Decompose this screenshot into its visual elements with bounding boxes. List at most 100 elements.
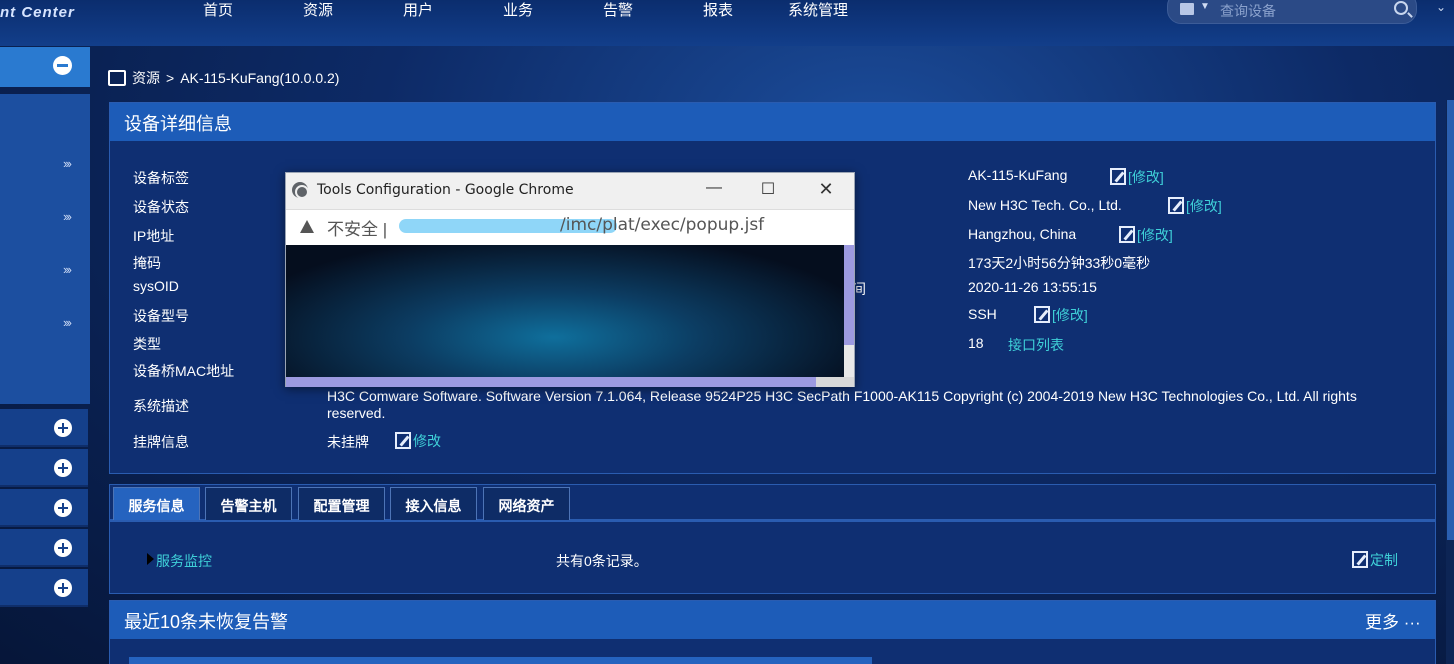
tab-config-management[interactable]: 配置管理	[298, 487, 385, 520]
label-device-status: 设备状态	[133, 199, 189, 215]
device-vendor: New H3C Tech. Co., Ltd.	[968, 197, 1122, 213]
breadcrumb: 资源 > AK-115-KuFang(10.0.0.2)	[108, 68, 339, 88]
tab-access-info[interactable]: 接入信息	[390, 487, 477, 520]
expand-arrow-icon[interactable]: ›››	[63, 209, 72, 224]
address-bar[interactable]: 不安全 | /imc/plat/exec/popup.jsf	[286, 209, 854, 243]
label-system-description: 系统描述	[133, 398, 189, 414]
sidebar-active-item[interactable]	[0, 47, 90, 87]
recent-alarms-panel: 最近10条未恢复告警	[109, 600, 1436, 664]
insecure-label: 不安全 |	[327, 220, 388, 239]
expand-plus-icon[interactable]	[54, 499, 72, 517]
nav-business[interactable]: 业务	[503, 0, 533, 20]
label-type: 类型	[133, 336, 161, 352]
top-nav-bar: nt Center 首页 资源 用户 业务 告警 报表 系统管理 ▼ 查询设备 …	[0, 0, 1454, 46]
sidebar-group[interactable]	[0, 449, 88, 487]
edit-icon	[1168, 197, 1184, 214]
alarm-table-header	[129, 657, 872, 664]
panel-title: 最近10条未恢复告警	[110, 601, 1435, 639]
label-device-model: 设备型号	[133, 308, 189, 324]
expand-arrow-icon[interactable]: ›››	[63, 156, 72, 171]
sidebar-submenu: ››› ››› ››› ›››	[0, 94, 90, 404]
edit-link[interactable]: [修改]	[1168, 196, 1222, 216]
interface-count: 18	[968, 335, 984, 351]
scrollbar-thumb[interactable]	[1447, 100, 1454, 540]
customize-link[interactable]: 定制	[1352, 550, 1398, 570]
url-text: /imc/plat/exec/popup.jsf	[560, 215, 765, 235]
tab-network-assets[interactable]: 网络资产	[483, 487, 570, 520]
label-ip-address: IP地址	[133, 228, 175, 244]
globe-icon	[292, 182, 309, 199]
breadcrumb-current: AK-115-KuFang(10.0.0.2)	[180, 70, 340, 86]
sidebar-group[interactable]	[0, 489, 88, 527]
record-count: 共有0条记录。	[556, 553, 648, 569]
label-device-tag: 设备标签	[133, 170, 189, 186]
edit-icon	[1352, 551, 1368, 568]
expand-plus-icon[interactable]	[54, 539, 72, 557]
page-scrollbar[interactable]	[1446, 100, 1454, 664]
sidebar-group[interactable]	[0, 529, 88, 567]
edit-icon	[395, 432, 411, 449]
horizontal-scrollbar[interactable]	[286, 377, 816, 387]
search-input[interactable]: 查询设备	[1220, 1, 1276, 21]
app-logo: nt Center	[0, 4, 75, 21]
nav-reports[interactable]: 报表	[703, 0, 733, 20]
expand-plus-icon[interactable]	[54, 419, 72, 437]
popup-titlebar[interactable]: Tools Configuration - Google Chrome — ☐ …	[286, 173, 854, 209]
edit-link[interactable]: [修改]	[1034, 305, 1088, 325]
edit-tag-link[interactable]: 修改	[395, 431, 441, 451]
expand-plus-icon[interactable]	[54, 459, 72, 477]
tab-service-info[interactable]: 服务信息	[113, 487, 200, 520]
more-dots-icon: ···	[1403, 613, 1421, 632]
chevron-down-icon[interactable]: ⌄	[1436, 0, 1446, 14]
interface-list-link[interactable]: 接口列表	[1008, 335, 1064, 355]
label-bridge-mac: 设备桥MAC地址	[133, 363, 235, 379]
edit-icon	[1034, 306, 1050, 323]
expand-arrow-icon[interactable]: ›››	[63, 262, 72, 277]
more-link[interactable]: 更多 ···	[1365, 608, 1421, 633]
close-button[interactable]: ✕	[812, 179, 840, 203]
collapse-icon[interactable]	[53, 56, 72, 75]
vertical-scrollbar[interactable]	[844, 245, 854, 345]
edit-link[interactable]: [修改]	[1119, 225, 1173, 245]
device-location: Hangzhou, China	[968, 226, 1077, 242]
system-description-value: H3C Comware Software. Software Version 7…	[327, 388, 1357, 421]
nav-users[interactable]: 用户	[403, 0, 433, 20]
maximize-button[interactable]: ☐	[754, 179, 782, 203]
nav-home[interactable]: 首页	[203, 0, 233, 20]
device-icon	[1180, 3, 1194, 15]
chrome-popup-window: Tools Configuration - Google Chrome — ☐ …	[285, 172, 855, 387]
scrollbar-track	[844, 345, 854, 377]
login-method: SSH	[968, 306, 997, 322]
expand-arrow-icon[interactable]: ›››	[63, 315, 72, 330]
device-search[interactable]: ▼ 查询设备	[1167, 0, 1417, 24]
service-monitor-link[interactable]: 服务监控	[156, 551, 212, 571]
expand-plus-icon[interactable]	[54, 579, 72, 597]
nav-system-management[interactable]: 系统管理	[788, 0, 848, 20]
device-last-time: 2020-11-26 13:55:15	[968, 279, 1097, 295]
breadcrumb-separator: >	[166, 70, 175, 86]
label-tag-info: 挂牌信息	[133, 434, 189, 450]
nav-alarms[interactable]: 告警	[603, 0, 633, 20]
breadcrumb-root[interactable]: 资源	[132, 68, 160, 88]
edit-link[interactable]: [修改]	[1110, 167, 1164, 187]
warning-icon	[300, 220, 314, 233]
expand-triangle-icon[interactable]	[147, 553, 154, 565]
minimize-button[interactable]: —	[700, 179, 728, 203]
caret-down-icon[interactable]: ▼	[1200, 1, 1210, 12]
tag-value: 未挂牌	[327, 434, 369, 450]
edit-icon	[1110, 168, 1126, 185]
search-icon[interactable]	[1394, 1, 1408, 15]
device-uptime: 173天2小时56分钟33秒0毫秒	[968, 255, 1151, 271]
popup-title: Tools Configuration - Google Chrome	[317, 182, 574, 198]
sidebar-group[interactable]	[0, 569, 88, 607]
scrollbar-corner	[816, 377, 854, 387]
resource-icon	[108, 70, 126, 86]
tab-alarm-hosts[interactable]: 告警主机	[205, 487, 292, 520]
label-sysoid: sysOID	[133, 278, 179, 294]
sidebar-group[interactable]	[0, 409, 88, 447]
edit-icon	[1119, 226, 1135, 243]
nav-resources[interactable]: 资源	[303, 0, 333, 20]
panel-title: 设备详细信息	[110, 103, 1435, 141]
device-sysname: AK-115-KuFang	[968, 167, 1068, 183]
label-mask: 掩码	[133, 255, 161, 271]
